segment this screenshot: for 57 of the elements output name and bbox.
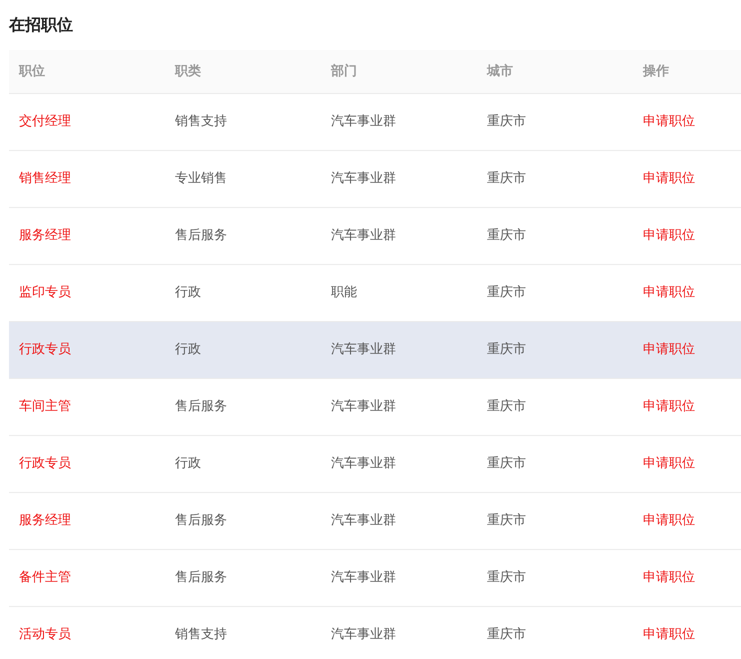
column-header: 部门 [331, 64, 357, 79]
table-cell: 汽车事业群 [331, 171, 396, 186]
apply-link[interactable]: 申请职位 [643, 399, 695, 414]
table-cell: 重庆市 [487, 228, 526, 244]
table-cell: 汽车事业群 [331, 627, 396, 642]
table-cell: 重庆市 [487, 627, 526, 642]
apply-link[interactable]: 申请职位 [643, 513, 695, 528]
position-link[interactable]: 车间主管 [19, 399, 71, 414]
position-link[interactable]: 交付经理 [19, 114, 71, 130]
column-header: 职类 [175, 64, 201, 79]
table-cell: 行政 [175, 285, 201, 300]
table-row[interactable]: 行政专员 行政 汽车事业群 重庆市 申请职位 [9, 322, 741, 379]
position-link[interactable]: 销售经理 [19, 171, 71, 186]
table-cell: 重庆市 [487, 285, 526, 300]
table-cell: 职能 [331, 285, 357, 300]
apply-link[interactable]: 申请职位 [643, 114, 695, 130]
page-title: 在招职位 [9, 14, 73, 36]
apply-link[interactable]: 申请职位 [643, 570, 695, 586]
table-cell: 汽车事业群 [331, 456, 396, 472]
table-cell: 汽车事业群 [331, 513, 396, 528]
apply-link[interactable]: 申请职位 [643, 285, 695, 300]
apply-link[interactable]: 申请职位 [643, 342, 695, 358]
table-cell: 汽车事业群 [331, 114, 396, 130]
table-cell: 售后服务 [175, 399, 227, 414]
table-cell: 售后服务 [175, 513, 227, 528]
table-cell: 重庆市 [487, 399, 526, 414]
position-link[interactable]: 行政专员 [19, 342, 71, 358]
table-cell: 行政 [175, 342, 201, 358]
position-link[interactable]: 活动专员 [19, 627, 71, 642]
table-cell: 汽车事业群 [331, 342, 396, 358]
table-cell: 行政 [175, 456, 201, 472]
column-header: 操作 [643, 64, 669, 79]
table-cell: 销售支持 [175, 114, 227, 130]
table-cell: 汽车事业群 [331, 228, 396, 244]
position-link[interactable]: 监印专员 [19, 285, 71, 300]
table-cell: 售后服务 [175, 570, 227, 586]
apply-link[interactable]: 申请职位 [643, 627, 695, 642]
position-link[interactable]: 备件主管 [19, 570, 71, 586]
apply-link[interactable]: 申请职位 [643, 456, 695, 472]
table-cell: 重庆市 [487, 342, 526, 358]
table-cell: 汽车事业群 [331, 570, 396, 586]
apply-link[interactable]: 申请职位 [643, 171, 695, 186]
table-cell: 销售支持 [175, 627, 227, 642]
table-cell: 汽车事业群 [331, 399, 396, 414]
column-header: 城市 [487, 64, 513, 79]
position-link[interactable]: 服务经理 [19, 513, 71, 528]
table-cell: 重庆市 [487, 513, 526, 528]
table-cell: 重庆市 [487, 456, 526, 472]
table-cell: 专业销售 [175, 171, 227, 186]
column-header: 职位 [19, 64, 45, 79]
table-cell: 售后服务 [175, 228, 227, 244]
apply-link[interactable]: 申请职位 [643, 228, 695, 244]
table-cell: 重庆市 [487, 171, 526, 186]
table-cell: 重庆市 [487, 570, 526, 586]
position-link[interactable]: 行政专员 [19, 456, 71, 472]
position-link[interactable]: 服务经理 [19, 228, 71, 244]
table-cell: 重庆市 [487, 114, 526, 130]
